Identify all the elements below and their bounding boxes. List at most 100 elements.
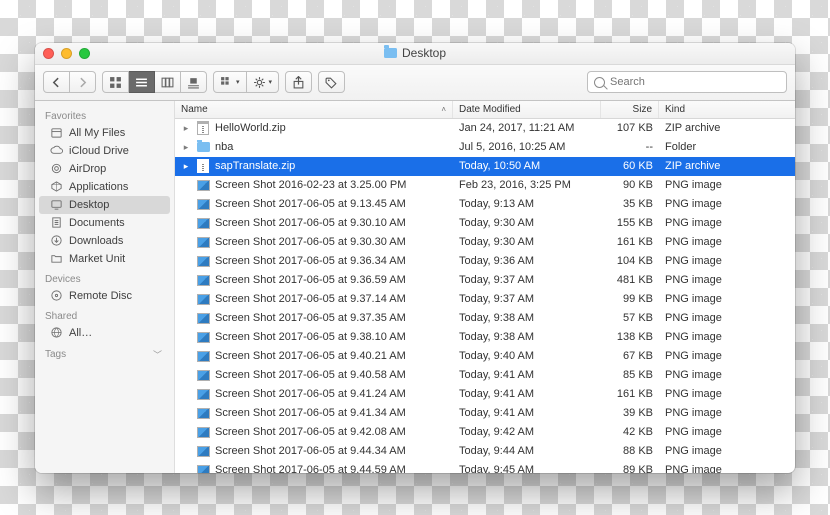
- file-name: Screen Shot 2017-06-05 at 9.41.34 AM: [215, 407, 406, 419]
- file-row[interactable]: ▸HelloWorld.zipJan 24, 2017, 11:21 AM107…: [175, 119, 795, 138]
- sidebar-item-label: iCloud Drive: [69, 145, 129, 157]
- file-name: Screen Shot 2017-06-05 at 9.38.10 AM: [215, 331, 406, 343]
- chevron-right-icon: [76, 76, 89, 89]
- file-size: 60 KB: [601, 160, 659, 172]
- file-row[interactable]: Screen Shot 2017-06-05 at 9.30.10 AMToda…: [175, 214, 795, 233]
- icon-view-button[interactable]: [102, 71, 129, 93]
- forward-button[interactable]: [70, 71, 96, 93]
- icloud-icon: [49, 145, 63, 157]
- sidebar-item-icloud-drive[interactable]: iCloud Drive: [35, 142, 174, 160]
- file-row[interactable]: Screen Shot 2017-06-05 at 9.36.59 AMToda…: [175, 271, 795, 290]
- file-name-cell: Screen Shot 2016-02-23 at 3.25.00 PM: [175, 178, 453, 192]
- chevron-down-icon: ▾: [269, 78, 273, 86]
- png-icon: [196, 235, 210, 249]
- png-icon: [196, 463, 210, 473]
- disclosure-triangle[interactable]: ▸: [181, 123, 191, 134]
- sidebar-item-remote-disc[interactable]: Remote Disc: [35, 287, 174, 305]
- search-input[interactable]: [610, 76, 780, 88]
- sidebar-item-airdrop[interactable]: AirDrop: [35, 160, 174, 178]
- file-row[interactable]: Screen Shot 2017-06-05 at 9.40.21 AMToda…: [175, 347, 795, 366]
- tags-button[interactable]: [318, 71, 345, 93]
- file-row[interactable]: Screen Shot 2017-06-05 at 9.37.14 AMToda…: [175, 290, 795, 309]
- sidebar-section-devices: Devices: [35, 268, 174, 287]
- file-kind: PNG image: [659, 274, 795, 286]
- file-size: 57 KB: [601, 312, 659, 324]
- sidebar-item-applications[interactable]: Applications: [35, 178, 174, 196]
- window-title-text: Desktop: [402, 46, 446, 60]
- file-row[interactable]: Screen Shot 2017-06-05 at 9.30.30 AMToda…: [175, 233, 795, 252]
- titlebar[interactable]: Desktop: [35, 43, 795, 65]
- file-name-cell: Screen Shot 2017-06-05 at 9.40.21 AM: [175, 349, 453, 363]
- file-kind: PNG image: [659, 217, 795, 229]
- file-size: 89 KB: [601, 464, 659, 473]
- file-kind: PNG image: [659, 445, 795, 457]
- sidebar-item-label: Documents: [69, 217, 125, 229]
- file-row[interactable]: Screen Shot 2017-06-05 at 9.42.08 AMToda…: [175, 423, 795, 442]
- file-row[interactable]: Screen Shot 2017-06-05 at 9.41.24 AMToda…: [175, 385, 795, 404]
- disclosure-triangle[interactable]: ▸: [181, 142, 191, 153]
- file-row[interactable]: Screen Shot 2017-06-05 at 9.36.34 AMToda…: [175, 252, 795, 271]
- file-kind: PNG image: [659, 388, 795, 400]
- column-header-name[interactable]: Name ˄: [175, 101, 453, 118]
- file-name-cell: ▸sapTranslate.zip: [175, 159, 453, 173]
- sidebar-item-desktop[interactable]: Desktop: [39, 196, 170, 214]
- action-button[interactable]: ▾: [247, 71, 280, 93]
- column-header-kind[interactable]: Kind: [659, 101, 795, 118]
- file-row[interactable]: Screen Shot 2017-06-05 at 9.37.35 AMToda…: [175, 309, 795, 328]
- list-view-button[interactable]: [129, 71, 155, 93]
- file-date: Today, 9:41 AM: [453, 369, 601, 381]
- columns-icon: [161, 76, 174, 89]
- file-name-cell: ▸HelloWorld.zip: [175, 121, 453, 135]
- gear-icon: [253, 76, 266, 89]
- file-name-cell: ▸nba: [175, 140, 453, 154]
- file-date: Today, 9:45 AM: [453, 464, 601, 473]
- sidebar-item-downloads[interactable]: Downloads: [35, 232, 174, 250]
- minimize-window-button[interactable]: [61, 48, 72, 59]
- column-header-date[interactable]: Date Modified: [453, 101, 601, 118]
- file-date: Today, 9:44 AM: [453, 445, 601, 457]
- file-row[interactable]: Screen Shot 2017-06-05 at 9.40.58 AMToda…: [175, 366, 795, 385]
- column-header-size[interactable]: Size: [601, 101, 659, 118]
- file-row[interactable]: Screen Shot 2017-06-05 at 9.38.10 AMToda…: [175, 328, 795, 347]
- share-button[interactable]: [285, 71, 312, 93]
- desktop-icon: [49, 199, 63, 211]
- sidebar-item-all-[interactable]: All…: [35, 324, 174, 342]
- file-size: 481 KB: [601, 274, 659, 286]
- file-date: Today, 9:41 AM: [453, 407, 601, 419]
- search-field[interactable]: [587, 71, 787, 93]
- sidebar-item-label: All My Files: [69, 127, 125, 139]
- apps-icon: [49, 181, 63, 193]
- file-row[interactable]: Screen Shot 2017-06-05 at 9.44.59 AMToda…: [175, 461, 795, 473]
- png-icon: [196, 387, 210, 401]
- column-view-button[interactable]: [155, 71, 181, 93]
- sidebar-item-all-my-files[interactable]: All My Files: [35, 124, 174, 142]
- file-date: Today, 9:37 AM: [453, 274, 601, 286]
- file-row[interactable]: Screen Shot 2017-06-05 at 9.13.45 AMToda…: [175, 195, 795, 214]
- file-row[interactable]: ▸sapTranslate.zipToday, 10:50 AM60 KBZIP…: [175, 157, 795, 176]
- sidebar-item-market-unit[interactable]: Market Unit: [35, 250, 174, 268]
- png-icon: [196, 178, 210, 192]
- arrange-icon: [220, 76, 233, 89]
- file-row[interactable]: Screen Shot 2017-06-05 at 9.44.34 AMToda…: [175, 442, 795, 461]
- column-headers: Name ˄ Date Modified Size Kind: [175, 101, 795, 119]
- file-size: --: [601, 141, 659, 153]
- file-rows: ▸HelloWorld.zipJan 24, 2017, 11:21 AM107…: [175, 119, 795, 473]
- close-window-button[interactable]: [43, 48, 54, 59]
- file-row[interactable]: Screen Shot 2016-02-23 at 3.25.00 PMFeb …: [175, 176, 795, 195]
- coverflow-view-button[interactable]: [181, 71, 207, 93]
- sidebar-item-label: Market Unit: [69, 253, 125, 265]
- file-row[interactable]: Screen Shot 2017-06-05 at 9.41.34 AM Toda…: [175, 404, 795, 423]
- nav-buttons: [43, 71, 96, 93]
- back-button[interactable]: [43, 71, 70, 93]
- disclosure-toggle[interactable]: ﹀: [153, 348, 168, 361]
- sidebar-item-documents[interactable]: Documents: [35, 214, 174, 232]
- file-name: Screen Shot 2017-06-05 at 9.13.45 AM: [215, 198, 406, 210]
- file-name: Screen Shot 2017-06-05 at 9.37.35 AM: [215, 312, 406, 324]
- disclosure-triangle[interactable]: ▸: [181, 161, 191, 172]
- file-name: Screen Shot 2017-06-05 at 9.41.24 AM: [215, 388, 406, 400]
- arrange-button[interactable]: ▾: [213, 71, 247, 93]
- zoom-window-button[interactable]: [79, 48, 90, 59]
- arrange-group: ▾ ▾: [213, 71, 279, 93]
- network-icon: [49, 327, 63, 339]
- file-row[interactable]: ▸nbaJul 5, 2016, 10:25 AM--Folder: [175, 138, 795, 157]
